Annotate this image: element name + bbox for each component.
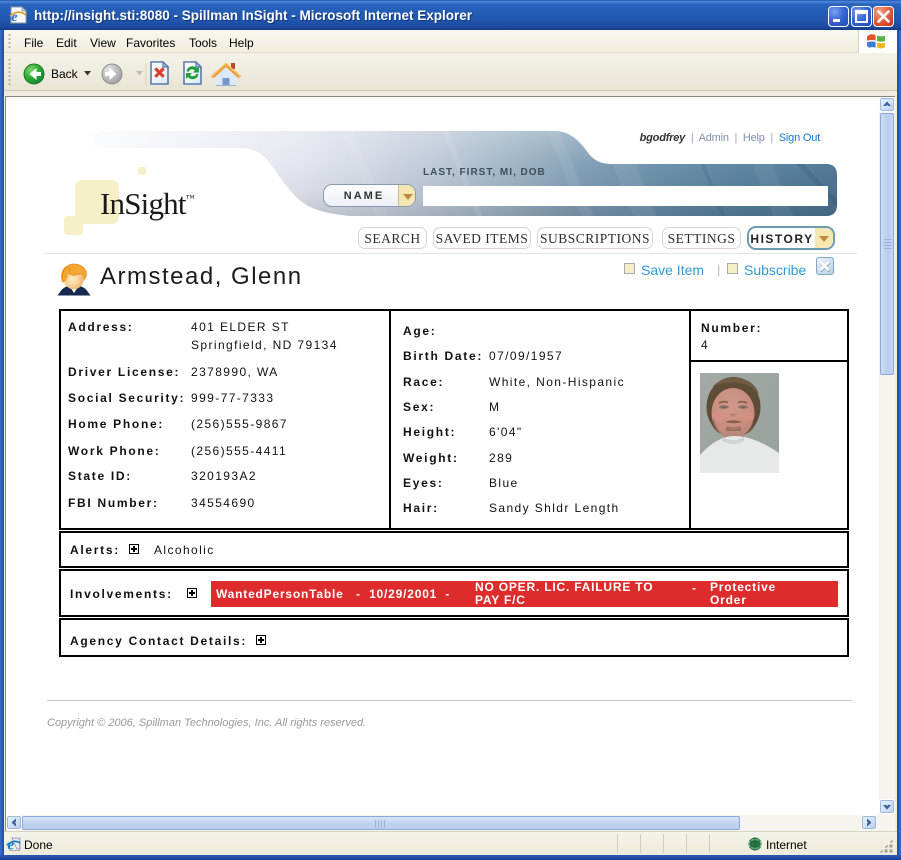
svg-text:Back: Back [51, 67, 79, 81]
svg-text:e: e [8, 838, 15, 854]
